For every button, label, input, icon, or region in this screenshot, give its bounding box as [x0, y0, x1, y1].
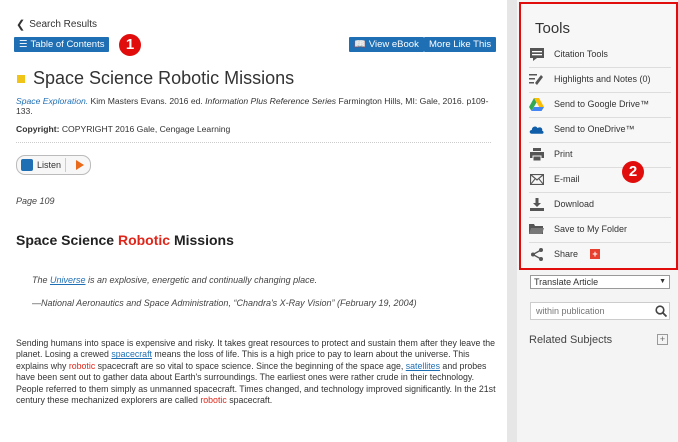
para-s3: spacecraft are so vital to space science… [95, 360, 406, 371]
download-icon [529, 197, 544, 211]
folder-icon [529, 223, 544, 236]
listen-separator [65, 158, 67, 172]
listen-label: Listen [37, 160, 62, 170]
related-subjects-heading: Related Subjects [529, 334, 613, 346]
tool-download[interactable]: Download [529, 193, 669, 215]
citation-icon [529, 47, 544, 61]
back-label: Search Results [29, 19, 98, 30]
para-s5: spacecraft. [226, 395, 273, 406]
tool-save-folder[interactable]: Save to My Folder [529, 218, 669, 240]
citation-source-link[interactable]: Space Exploration. [16, 96, 88, 106]
back-to-results-link[interactable]: ❮ Search Results [16, 18, 97, 31]
copyright-line: Copyright: COPYRIGHT 2016 Gale, Cengage … [16, 124, 230, 134]
copyright-label: Copyright: [16, 124, 60, 134]
heading-highlight: Robotic [117, 232, 171, 248]
callout-badge-2: 2 [622, 161, 644, 183]
tool-email[interactable]: E-mail [529, 168, 669, 190]
divider [16, 142, 491, 143]
citation-text: Space Exploration. Kim Masters Evans. 20… [16, 96, 491, 116]
para-highlight-2: robotic [200, 395, 227, 406]
citation-author: Kim Masters Evans. 2016 ed. [88, 96, 206, 106]
translate-article-select[interactable]: Translate Article ▼ [530, 275, 670, 289]
heading-part1: Space Science [16, 232, 118, 248]
quote-post: is an explosive, energetic and continual… [85, 275, 318, 285]
tool-share[interactable]: Share + [529, 243, 669, 265]
citation-series: Information Plus Reference Series [205, 96, 337, 106]
share-icon [529, 247, 544, 261]
search-within-input[interactable] [530, 302, 670, 320]
satellites-link[interactable]: satellites [406, 361, 440, 371]
share-plus-icon[interactable]: + [590, 249, 601, 259]
printer-icon [529, 147, 544, 161]
speaker-icon [21, 159, 33, 171]
para-highlight-1: robotic [68, 360, 96, 371]
email-icon [529, 173, 544, 186]
google-drive-icon [529, 97, 544, 111]
epigraph-attribution: —National Aeronautics and Space Administ… [32, 298, 417, 308]
toc-label: Table of Contents [30, 39, 105, 50]
tool-citation-tools[interactable]: Citation Tools [529, 43, 669, 65]
tool-onedrive[interactable]: Send to OneDrive™ [529, 118, 669, 140]
highlight-icon [529, 73, 544, 86]
view-ebook-label: View eBook [368, 39, 419, 50]
epigraph-quote: The Universe is an explosive, energetic … [32, 275, 317, 285]
title-bullet-icon [17, 75, 25, 83]
page-number: Page 109 [16, 196, 55, 206]
document-panel: ❮ Search Results ☰ Table of Contents 1 📖… [0, 0, 508, 442]
tool-print[interactable]: Print [529, 143, 669, 165]
heading-part2: Missions [170, 232, 234, 248]
copyright-text: COPYRIGHT 2016 Gale, Cengage Learning [59, 124, 231, 134]
section-heading: Space Science Robotic Missions [16, 232, 234, 248]
quote-pre: The [32, 275, 51, 285]
gutter [507, 0, 517, 442]
expand-plus-icon[interactable]: + [657, 334, 668, 345]
tool-label: Send to OneDrive™ [554, 124, 635, 134]
onedrive-icon [529, 123, 544, 136]
more-like-this-button[interactable]: More Like This [424, 37, 497, 52]
tool-label: Citation Tools [554, 49, 608, 59]
play-icon [76, 160, 85, 170]
book-icon: 📖 [354, 39, 366, 50]
translate-label: Translate Article [534, 277, 599, 287]
document-title: Space Science Robotic Missions [33, 68, 295, 88]
dropdown-caret-icon: ▼ [659, 278, 666, 285]
body-paragraph: Sending humans into space is expensive a… [16, 338, 496, 406]
tool-highlights-notes[interactable]: Highlights and Notes (0) [529, 68, 669, 90]
search-icon[interactable] [655, 304, 668, 318]
tool-label: E-mail [554, 174, 580, 184]
listen-button[interactable]: Listen [16, 155, 92, 175]
tool-label: Send to Google Drive™ [554, 99, 650, 109]
tool-label: Save to My Folder [554, 224, 628, 234]
tool-label: Share [554, 249, 579, 259]
universe-link[interactable]: Universe [50, 275, 86, 285]
callout-badge-1: 1 [119, 34, 141, 56]
table-of-contents-button[interactable]: ☰ Table of Contents [14, 37, 110, 52]
tools-title: Tools [535, 20, 571, 37]
list-icon: ☰ [19, 39, 28, 50]
tool-label: Print [554, 149, 573, 159]
tool-google-drive[interactable]: Send to Google Drive™ [529, 93, 669, 115]
chevron-left-icon: ❮ [16, 19, 26, 31]
tool-label: Download [554, 199, 595, 209]
view-ebook-button[interactable]: 📖 View eBook [349, 37, 424, 52]
tool-label: Highlights and Notes (0) [554, 74, 651, 84]
spacecraft-link[interactable]: spacecraft [111, 349, 152, 359]
